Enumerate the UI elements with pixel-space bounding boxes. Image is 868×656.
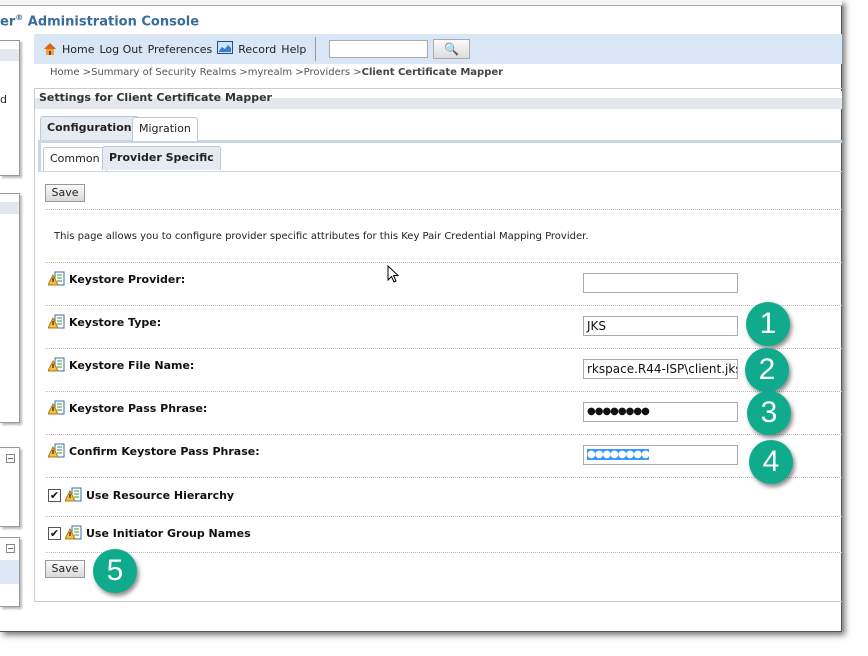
magnifier-icon: 🔍: [444, 42, 460, 56]
tab-configuration[interactable]: Configuration: [40, 116, 139, 140]
checkbox-row: ✔ Use Resource Hierarchy: [48, 487, 235, 503]
tab-migration[interactable]: Migration: [132, 117, 198, 141]
field-label: Keystore Provider:: [47, 271, 185, 287]
mouse-cursor-icon: [387, 264, 400, 286]
home-link[interactable]: Home: [62, 43, 94, 56]
breadcrumb: Home >Summary of Security Realms >myreal…: [50, 67, 503, 78]
keystore-type-input[interactable]: JKS: [583, 316, 738, 336]
sidebar-panel-system-status: −: [0, 537, 20, 607]
page-description: This page allows you to configure provid…: [54, 231, 589, 242]
page-title: Settings for Client Certificate Mapper: [35, 91, 842, 109]
selected-text: ●●●●●●●●: [587, 449, 650, 460]
checkbox-row: ✔ Use Initiator Group Names: [48, 525, 251, 541]
callout-3: 3: [747, 391, 791, 435]
breadcrumb-security-realms[interactable]: Summary of Security Realms >: [91, 67, 248, 78]
subtab-provider-specific[interactable]: Provider Specific: [102, 146, 221, 170]
home-icon[interactable]: [43, 42, 57, 56]
field-label: Keystore Type:: [47, 314, 161, 330]
browser-tab-strip: [0, 0, 842, 6]
divider: [45, 305, 842, 306]
warning-info-icon: [64, 487, 82, 503]
console-title: er® Administration Console: [0, 13, 200, 30]
warning-info-icon: [47, 271, 65, 287]
collapse-toggle[interactable]: −: [6, 454, 15, 463]
callout-5: 5: [93, 549, 137, 593]
field-label: Keystore Pass Phrase:: [47, 400, 207, 416]
field-label: Keystore File Name:: [47, 357, 194, 373]
sidebar-text: d: [0, 93, 7, 106]
confirm-keystore-pass-phrase-input[interactable]: ●●●●●●●●: [583, 445, 738, 465]
field-label: Confirm Keystore Pass Phrase:: [47, 443, 260, 459]
sidebar-panel-change-center: d: [0, 40, 20, 176]
use-resource-hierarchy-checkbox[interactable]: ✔: [48, 488, 61, 502]
save-button-bottom[interactable]: Save: [45, 560, 85, 578]
warning-info-icon: [64, 525, 82, 541]
divider: [45, 552, 842, 553]
keystore-file-name-input[interactable]: rkspace.R44-ISP\client.jks: [583, 359, 738, 379]
divider: [45, 434, 842, 435]
search-button[interactable]: 🔍: [433, 39, 471, 59]
warning-info-icon: [47, 314, 65, 330]
divider: [45, 348, 842, 349]
use-initiator-group-names-checkbox[interactable]: ✔: [48, 526, 61, 540]
breadcrumb-current: Client Certificate Mapper: [361, 67, 504, 78]
save-button-top[interactable]: Save: [45, 184, 85, 202]
toolbar-divider: [315, 37, 317, 61]
preferences-link[interactable]: Preferences: [148, 43, 213, 56]
record-link[interactable]: Record: [238, 43, 276, 56]
warning-info-icon: [47, 443, 65, 459]
divider: [45, 477, 842, 478]
keystore-pass-phrase-input[interactable]: ●●●●●●●●: [583, 402, 738, 422]
help-link[interactable]: Help: [281, 43, 306, 56]
warning-info-icon: [47, 357, 65, 373]
sidebar-panel-how-do-i: −: [0, 447, 20, 527]
collapse-toggle[interactable]: −: [6, 544, 15, 553]
breadcrumb-myrealm[interactable]: myrealm >: [248, 67, 304, 78]
search-input[interactable]: [329, 40, 429, 58]
divider: [45, 262, 842, 263]
breadcrumb-home[interactable]: Home >: [50, 67, 91, 78]
logout-link[interactable]: Log Out: [99, 43, 142, 56]
warning-info-icon: [47, 400, 65, 416]
toolbar: Home Log Out Preferences Record Help 🔍: [34, 34, 842, 64]
callout-2: 2: [745, 348, 789, 392]
record-icon[interactable]: [217, 41, 234, 57]
subtab-common[interactable]: Common: [43, 147, 107, 171]
breadcrumb-providers[interactable]: Providers >: [304, 67, 362, 78]
divider: [45, 209, 842, 210]
keystore-provider-input[interactable]: [583, 273, 738, 293]
callout-1: 1: [746, 302, 790, 346]
sidebar-panel-domain-structure: [0, 193, 20, 423]
divider: [45, 391, 842, 392]
divider: [45, 516, 842, 517]
callout-4: 4: [749, 440, 793, 484]
